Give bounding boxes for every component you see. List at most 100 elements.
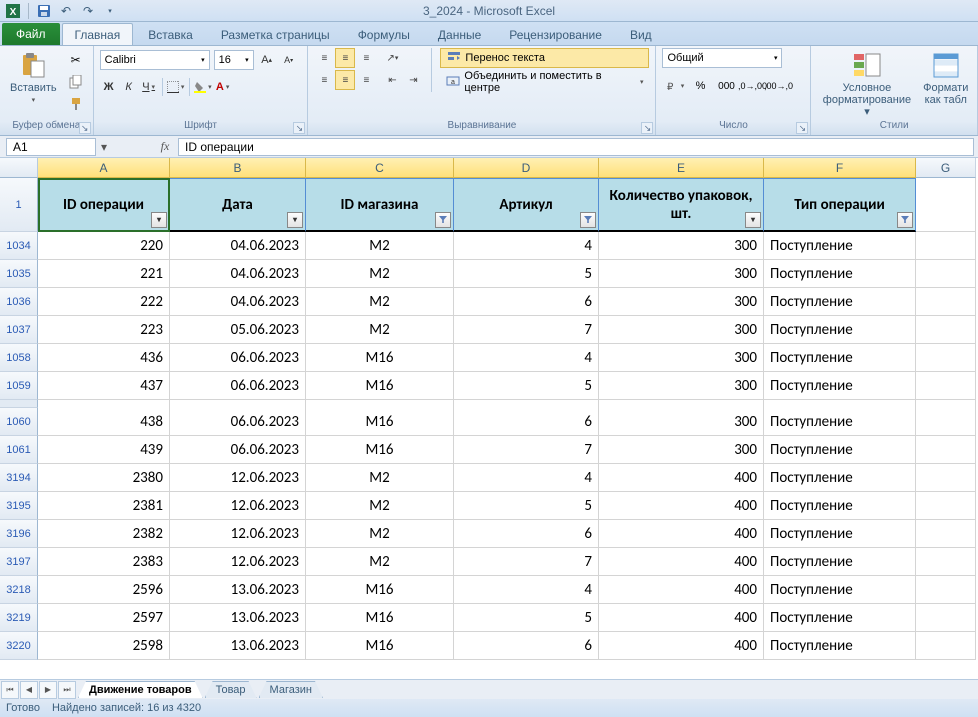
- cell[interactable]: Поступление: [764, 344, 916, 372]
- fill-color-icon[interactable]: [194, 78, 212, 96]
- col-header-A[interactable]: A: [38, 158, 170, 178]
- cell[interactable]: M16: [306, 576, 454, 604]
- row-header[interactable]: 3218: [0, 576, 38, 604]
- ribbon-tab-5[interactable]: Рецензирование: [496, 23, 615, 45]
- ribbon-tab-2[interactable]: Разметка страницы: [208, 23, 343, 45]
- col-header-G[interactable]: G: [916, 158, 976, 178]
- cell[interactable]: 222: [38, 288, 170, 316]
- filter-icon[interactable]: [151, 212, 167, 228]
- cell[interactable]: 5: [454, 372, 599, 400]
- row-header[interactable]: 1035: [0, 260, 38, 288]
- cell[interactable]: 400: [599, 604, 764, 632]
- cut-icon[interactable]: ✂: [65, 50, 87, 70]
- cell[interactable]: Поступление: [764, 372, 916, 400]
- cell[interactable]: M2: [306, 260, 454, 288]
- name-box-dropdown-icon[interactable]: ▾: [96, 140, 112, 154]
- cell[interactable]: [916, 548, 976, 576]
- increase-font-icon[interactable]: A▴: [258, 51, 276, 69]
- header-cell[interactable]: Тип операции: [764, 178, 916, 232]
- row-header[interactable]: 1034: [0, 232, 38, 260]
- cell[interactable]: 12.06.2023: [170, 492, 306, 520]
- cell[interactable]: [916, 436, 976, 464]
- cell[interactable]: [916, 372, 976, 400]
- col-header-E[interactable]: E: [599, 158, 764, 178]
- cell[interactable]: 06.06.2023: [170, 344, 306, 372]
- cell[interactable]: [916, 232, 976, 260]
- qat-customize-icon[interactable]: ▾: [101, 2, 119, 20]
- decrease-indent-icon[interactable]: ⇤: [382, 70, 402, 90]
- cell[interactable]: Поступление: [764, 464, 916, 492]
- currency-icon[interactable]: ₽: [662, 76, 686, 96]
- cell[interactable]: 06.06.2023: [170, 436, 306, 464]
- cell[interactable]: M2: [306, 492, 454, 520]
- cell[interactable]: [916, 576, 976, 604]
- cell[interactable]: Поступление: [764, 288, 916, 316]
- increase-indent-icon[interactable]: ⇥: [403, 70, 423, 90]
- decrease-font-icon[interactable]: A▾: [280, 51, 298, 69]
- cell[interactable]: 2597: [38, 604, 170, 632]
- cell[interactable]: 2383: [38, 548, 170, 576]
- cell[interactable]: Поступление: [764, 232, 916, 260]
- paste-button[interactable]: Вставить ▾: [6, 48, 61, 106]
- cell[interactable]: [916, 260, 976, 288]
- cell[interactable]: 6: [454, 288, 599, 316]
- cell[interactable]: M2: [306, 288, 454, 316]
- cell[interactable]: [916, 178, 976, 232]
- cell[interactable]: 04.06.2023: [170, 232, 306, 260]
- cell[interactable]: M2: [306, 316, 454, 344]
- undo-icon[interactable]: ↶: [57, 2, 75, 20]
- cell[interactable]: 06.06.2023: [170, 372, 306, 400]
- file-tab[interactable]: Файл: [2, 23, 60, 45]
- filter-icon[interactable]: [435, 212, 451, 228]
- cell[interactable]: M16: [306, 408, 454, 436]
- sheet-nav-last-icon[interactable]: ⏭: [58, 681, 76, 699]
- select-all-corner[interactable]: [0, 158, 38, 178]
- percent-icon[interactable]: %: [688, 76, 712, 96]
- cell[interactable]: 05.06.2023: [170, 316, 306, 344]
- cell[interactable]: 12.06.2023: [170, 520, 306, 548]
- col-header-D[interactable]: D: [454, 158, 599, 178]
- cell[interactable]: 7: [454, 436, 599, 464]
- filter-icon[interactable]: [287, 212, 303, 228]
- excel-icon[interactable]: X: [4, 2, 22, 20]
- alignment-launcher-icon[interactable]: ↘: [641, 122, 653, 134]
- align-left-icon[interactable]: ≡: [314, 70, 334, 90]
- cell[interactable]: 2382: [38, 520, 170, 548]
- header-cell[interactable]: ID магазина: [306, 178, 454, 232]
- row-header[interactable]: 3197: [0, 548, 38, 576]
- number-launcher-icon[interactable]: ↘: [796, 122, 808, 134]
- cell[interactable]: 300: [599, 260, 764, 288]
- formula-bar[interactable]: ID операции: [178, 138, 974, 156]
- cell[interactable]: [916, 464, 976, 492]
- cell[interactable]: 06.06.2023: [170, 408, 306, 436]
- header-cell[interactable]: ID операции: [38, 178, 170, 232]
- merge-center-button[interactable]: a Объединить и поместить в центре ▾: [440, 72, 649, 92]
- cell[interactable]: M16: [306, 632, 454, 660]
- cell[interactable]: Поступление: [764, 436, 916, 464]
- cell[interactable]: 400: [599, 464, 764, 492]
- align-right-icon[interactable]: ≡: [356, 70, 376, 90]
- row-header[interactable]: 1061: [0, 436, 38, 464]
- cell[interactable]: 400: [599, 492, 764, 520]
- align-bottom-icon[interactable]: ≡: [356, 48, 376, 68]
- cell[interactable]: M2: [306, 232, 454, 260]
- cell[interactable]: 2598: [38, 632, 170, 660]
- decrease-decimal-icon[interactable]: ,00→,0: [766, 76, 790, 96]
- cell[interactable]: 2381: [38, 492, 170, 520]
- align-middle-icon[interactable]: ≡: [335, 48, 355, 68]
- row-header[interactable]: 3219: [0, 604, 38, 632]
- cell[interactable]: 300: [599, 372, 764, 400]
- bold-button[interactable]: Ж: [100, 78, 118, 96]
- cell[interactable]: [916, 344, 976, 372]
- cell[interactable]: Поступление: [764, 492, 916, 520]
- row-header[interactable]: 3196: [0, 520, 38, 548]
- font-launcher-icon[interactable]: ↘: [293, 122, 305, 134]
- cell[interactable]: Поступление: [764, 260, 916, 288]
- align-center-icon[interactable]: ≡: [335, 70, 355, 90]
- cell[interactable]: 400: [599, 548, 764, 576]
- cell[interactable]: Поступление: [764, 604, 916, 632]
- ribbon-tab-1[interactable]: Вставка: [135, 23, 206, 45]
- cell[interactable]: 6: [454, 408, 599, 436]
- font-color-icon[interactable]: A: [214, 78, 232, 96]
- fx-icon[interactable]: fx: [152, 139, 178, 154]
